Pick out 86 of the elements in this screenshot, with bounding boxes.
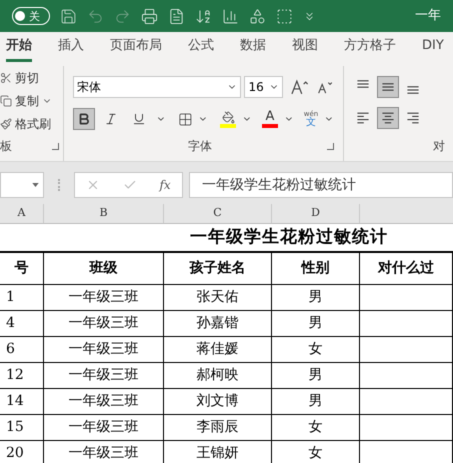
table-cell: 一年级三班 — [44, 363, 164, 388]
column-header[interactable]: D — [272, 204, 360, 223]
insert-function-button[interactable]: fx — [159, 176, 171, 194]
shrink-font-icon[interactable] — [316, 80, 334, 94]
ribbon-tab[interactable]: 数据 — [240, 36, 266, 62]
table-cell: 王锦妍 — [164, 441, 272, 463]
text-box-icon[interactable] — [276, 8, 293, 24]
column-header[interactable]: B — [44, 204, 164, 223]
table-cell: 孙嘉锴 — [164, 311, 272, 336]
horizontal-align-icon — [405, 110, 421, 126]
table-cell: 刘文博 — [164, 389, 272, 414]
horizontal-align-icon — [380, 110, 396, 126]
bold-icon — [76, 112, 91, 126]
table-cell: 蒋佳媛 — [164, 337, 272, 362]
column-heading: 孩子姓名 — [164, 253, 272, 284]
table-cell: 1 — [0, 285, 44, 310]
column-heading: 对什么过 — [360, 253, 453, 284]
column-heading: 性别 — [272, 253, 360, 284]
table-cell: 一年级三班 — [44, 311, 164, 336]
print-preview-icon[interactable] — [141, 8, 158, 24]
sort-icon[interactable] — [195, 8, 212, 24]
window-title: 一年 — [415, 7, 441, 26]
underline-icon — [132, 112, 146, 126]
sheet-title: 一年级学生花粉过敏统计 — [190, 226, 388, 249]
paintbrush-icon — [0, 118, 12, 130]
clipboard-button[interactable]: 剪切 — [0, 68, 63, 87]
vertical-align-icon — [380, 83, 396, 91]
table-cell: 一年级三班 — [44, 285, 164, 310]
table-cell: 女 — [272, 415, 360, 440]
table-cell: 女 — [272, 337, 360, 362]
table-cell: 张天佑 — [164, 285, 272, 310]
bold-button[interactable] — [73, 108, 95, 130]
copy-icon — [0, 94, 12, 106]
italic-icon — [104, 112, 118, 126]
dialog-launcher-icon[interactable] — [327, 142, 334, 150]
formula-field[interactable]: 一年级学生花粉过敏统计 — [189, 172, 453, 198]
fill-color-icon[interactable] — [220, 110, 236, 128]
vertical-align-icon — [355, 80, 371, 88]
horizontal-align-icon — [355, 110, 371, 126]
font-name-field[interactable]: 宋体 — [73, 76, 242, 98]
vertical-align-icon — [405, 86, 421, 94]
group-label: 对 — [433, 138, 445, 155]
table-cell: 一年级三班 — [44, 441, 164, 463]
horizontal-align-button[interactable] — [377, 107, 399, 129]
table-cell: 男 — [272, 389, 360, 414]
column-header[interactable]: C — [164, 204, 272, 223]
column-heading: 号 — [0, 253, 44, 284]
table-cell: 男 — [272, 363, 360, 388]
save-icon[interactable] — [60, 8, 77, 24]
borders-icon[interactable] — [178, 112, 192, 126]
table-cell: 男 — [272, 311, 360, 336]
chart-icon[interactable] — [222, 8, 239, 24]
clipboard-button[interactable]: 复制 — [0, 91, 63, 110]
clipboard-button[interactable]: 格式刷 — [0, 114, 63, 133]
group-label: 字体 — [188, 138, 212, 155]
shapes-icon[interactable] — [249, 8, 266, 24]
dialog-launcher-icon[interactable] — [52, 142, 59, 150]
table-cell: 12 — [0, 363, 44, 388]
ribbon-tab[interactable]: 页面布局 — [110, 36, 162, 62]
table-cell: 女 — [272, 441, 360, 463]
ribbon-tab[interactable]: DIY — [422, 36, 444, 62]
column-heading: 班级 — [44, 253, 164, 284]
table-cell: 一年级三班 — [44, 415, 164, 440]
table-cell: 6 — [0, 337, 44, 362]
table-cell: 李雨辰 — [164, 415, 272, 440]
group-label: 板 — [0, 138, 12, 155]
vertical-align-button[interactable] — [377, 76, 399, 98]
document-icon[interactable] — [168, 8, 185, 24]
ribbon-tab[interactable]: 方方格子 — [344, 36, 396, 62]
ribbon-tab[interactable]: 公式 — [188, 36, 214, 62]
table-cell: 14 — [0, 389, 44, 414]
column-header[interactable]: A — [0, 204, 44, 223]
autosave-toggle[interactable]: 关 — [12, 7, 50, 25]
grow-font-icon[interactable] — [290, 79, 310, 95]
table-cell: 4 — [0, 311, 44, 336]
scissors-icon — [0, 72, 12, 84]
table-cell: 20 — [0, 441, 44, 463]
table-cell: 郝柯映 — [164, 363, 272, 388]
font-size-field[interactable]: 16 — [244, 76, 283, 98]
table-cell: 一年级三班 — [44, 389, 164, 414]
ribbon-tab[interactable]: 视图 — [292, 36, 318, 62]
ribbon-tab[interactable]: 插入 — [58, 36, 84, 62]
font-color-button[interactable]: A — [262, 110, 278, 128]
table-cell: 男 — [272, 285, 360, 310]
table-cell: 15 — [0, 415, 44, 440]
table-cell: 一年级三班 — [44, 337, 164, 362]
